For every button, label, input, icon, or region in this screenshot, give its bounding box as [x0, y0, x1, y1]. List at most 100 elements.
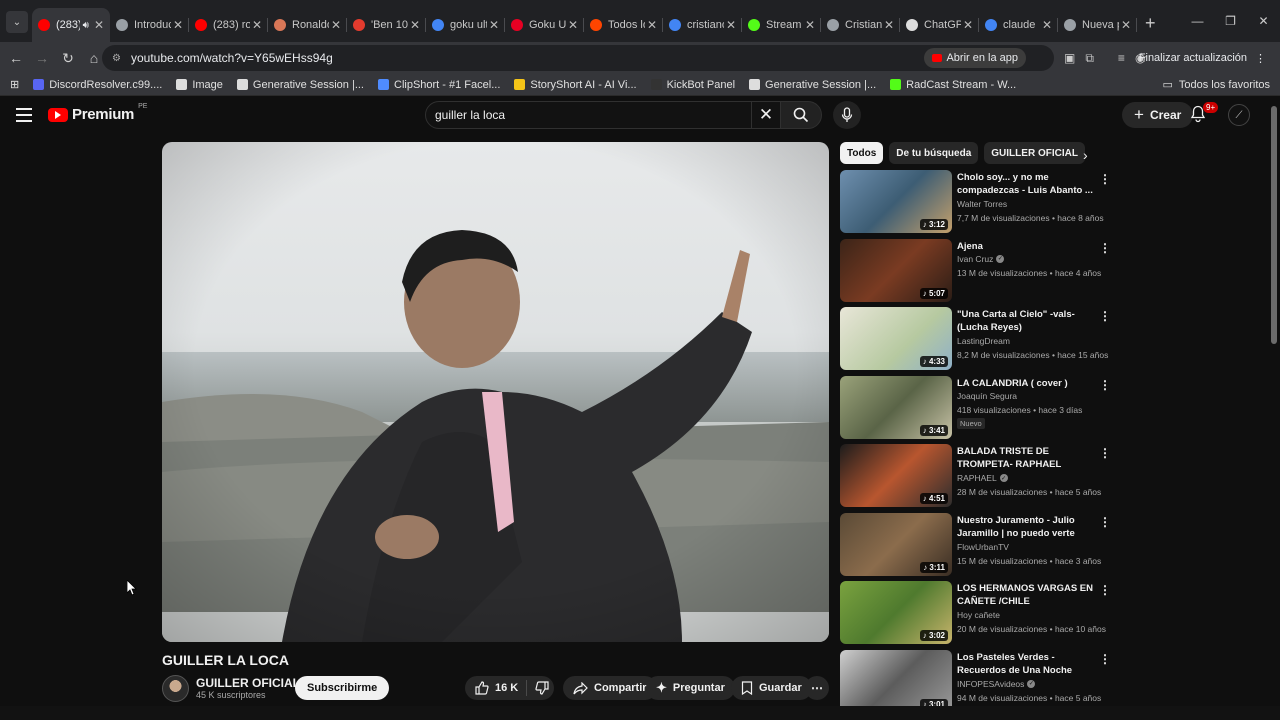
tab-close-icon[interactable]: ✕: [726, 18, 736, 32]
recommendation-title[interactable]: Ajena: [957, 240, 1097, 253]
update-button[interactable]: Finalizar actualización ⋮: [1131, 46, 1274, 70]
close-window-icon[interactable]: ✕: [1247, 0, 1280, 42]
bookmark-item[interactable]: StoryShort AI - AI Vi...: [514, 79, 637, 91]
account-avatar[interactable]: ⟋: [1228, 104, 1250, 126]
bookmark-item[interactable]: Generative Session |...: [236, 79, 364, 91]
recommendation-channel[interactable]: LastingDream: [957, 336, 1010, 346]
kebab-menu-icon[interactable]: ⋮: [1099, 309, 1111, 323]
bookmark-item[interactable]: DiscordResolver.c99....: [33, 79, 162, 91]
tab-close-icon[interactable]: ✕: [884, 18, 894, 32]
recommendation-title[interactable]: Los Pasteles Verdes - Recuerdos de Una N…: [957, 651, 1097, 678]
filter-chip[interactable]: De tu búsqueda: [889, 142, 979, 164]
tab-close-icon[interactable]: ✕: [94, 18, 104, 32]
recommendation-channel[interactable]: Joaquín Segura: [957, 391, 1017, 401]
tab-close-icon[interactable]: ✕: [252, 18, 262, 32]
create-button[interactable]: + Crear: [1122, 102, 1194, 128]
ask-button[interactable]: ✦ Preguntar: [646, 676, 735, 700]
kebab-menu-icon[interactable]: ⋮: [1099, 652, 1111, 666]
bookmark-item[interactable]: Image: [176, 79, 223, 91]
recommendation-channel[interactable]: Hoy cañete: [957, 610, 1000, 620]
browser-tab[interactable]: Todos lo ✕: [584, 8, 663, 42]
browser-tab[interactable]: Goku Ult✕: [505, 8, 584, 42]
tab-close-icon[interactable]: ✕: [568, 18, 578, 32]
bookmark-item[interactable]: Generative Session |...: [749, 79, 876, 91]
tab-close-icon[interactable]: ✕: [963, 18, 973, 32]
kebab-menu-icon[interactable]: ⋮: [1099, 172, 1111, 186]
browser-tab[interactable]: Ronaldo ✕: [268, 8, 347, 42]
media-controls-icon[interactable]: ≡: [1118, 51, 1125, 65]
browser-tab[interactable]: cristiano ✕: [663, 8, 742, 42]
browser-tab[interactable]: 'Ben 10' ✕: [347, 8, 426, 42]
search-input[interactable]: guiller la loca: [425, 101, 752, 129]
voice-search-button[interactable]: [833, 101, 861, 129]
channel-avatar[interactable]: [162, 675, 189, 702]
tab-close-icon[interactable]: ✕: [331, 18, 341, 32]
back-icon[interactable]: ←: [4, 46, 28, 70]
chevron-right-icon[interactable]: ›: [1083, 147, 1088, 163]
maximize-icon[interactable]: ❐: [1214, 0, 1247, 42]
clear-search-icon[interactable]: ✕: [752, 101, 780, 129]
share-button[interactable]: Compartir: [563, 676, 657, 700]
tab-close-icon[interactable]: ✕: [1121, 18, 1131, 32]
recommendation-channel[interactable]: Walter Torres: [957, 199, 1007, 209]
subscribe-button[interactable]: Subscribirme: [295, 676, 390, 700]
site-info-icon[interactable]: ⚙: [112, 53, 121, 64]
video-thumbnail[interactable]: ♪ 3:11: [840, 512, 952, 576]
browser-tab[interactable]: Cristiano✕: [821, 8, 900, 42]
bookmark-item[interactable]: RadCast Stream - W...: [890, 79, 1016, 91]
browser-tab[interactable]: (283) 🔊︎ ✕: [32, 8, 110, 42]
save-button[interactable]: Guardar: [731, 676, 812, 700]
browser-tab[interactable]: (283) ro ✕: [189, 8, 268, 42]
browser-tab[interactable]: ChatGPT✕: [900, 8, 979, 42]
kebab-menu-icon[interactable]: ⋮: [1255, 52, 1266, 65]
browser-tab[interactable]: goku ulti ✕: [426, 8, 505, 42]
tab-close-icon[interactable]: ✕: [805, 18, 815, 32]
tab-close-icon[interactable]: ✕: [647, 18, 657, 32]
recommendation-item[interactable]: ♪ 3:01 Los Pasteles Verdes - Recuerdos de…: [840, 649, 1112, 714]
video-thumbnail[interactable]: ♪ 3:12: [840, 170, 952, 233]
browser-tab[interactable]: Nueva p ✕: [1058, 8, 1137, 42]
recommendation-title[interactable]: LA CALANDRIA ( cover ): [957, 377, 1097, 390]
recommendation-channel[interactable]: INFOPESAvideos ✓: [957, 679, 1036, 689]
recommendation-item[interactable]: ♪ 3:41 LA CALANDRIA ( cover ) Joaquín Segu…: [840, 375, 1112, 440]
recommendation-item[interactable]: ♪ 3:02 LOS HERMANOS VARGAS EN CAÑETE /CHI…: [840, 581, 1112, 645]
browser-tab[interactable]: claude ✕: [979, 8, 1058, 42]
kebab-menu-icon[interactable]: ⋮: [1099, 515, 1111, 529]
recommendation-item[interactable]: ♪ 3:11 Nuestro Juramento - Julio Jaramill…: [840, 512, 1112, 577]
search-button[interactable]: [780, 101, 822, 129]
recommendation-channel[interactable]: Ivan Cruz ✓: [957, 254, 1005, 264]
recommendation-channel[interactable]: FlowUrbanTV: [957, 542, 1009, 552]
video-thumbnail[interactable]: ♪ 3:41: [840, 375, 952, 439]
bookmark-item[interactable]: ClipShort - #1 Facel...: [378, 79, 500, 91]
minimize-icon[interactable]: —: [1181, 0, 1214, 42]
video-thumbnail[interactable]: ♪ 4:51: [840, 444, 952, 507]
apps-grid-icon[interactable]: ⊞: [10, 78, 19, 91]
video-thumbnail[interactable]: ♪ 3:02: [840, 581, 952, 644]
filter-chip[interactable]: Todos: [840, 142, 884, 164]
kebab-menu-icon[interactable]: ⋮: [1099, 241, 1111, 255]
channel-name[interactable]: GUILLER OFICIAL: [196, 676, 300, 690]
recommendation-title[interactable]: BALADA TRISTE DE TROMPETA- RAPHAEL: [957, 445, 1097, 471]
video-thumbnail[interactable]: ♪ 5:07: [840, 238, 952, 302]
kebab-menu-icon[interactable]: ⋮: [1099, 446, 1111, 460]
recommendation-title[interactable]: Cholo soy... y no me compadezcas - Luis …: [957, 171, 1097, 197]
dislike-button[interactable]: [527, 681, 549, 695]
recommendation-title[interactable]: LOS HERMANOS VARGAS EN CAÑETE /CHILE: [957, 582, 1097, 608]
tab-close-icon[interactable]: ✕: [410, 18, 420, 32]
browser-tab[interactable]: Introduc ✕: [110, 8, 189, 42]
all-bookmarks[interactable]: ▭ Todos los favoritos: [1162, 78, 1270, 92]
open-in-app-button[interactable]: Abrir en la app: [924, 48, 1026, 68]
tab-search-button[interactable]: ⌄: [6, 11, 28, 33]
bookmark-item[interactable]: KickBot Panel: [650, 79, 735, 91]
filter-chip[interactable]: GUILLER OFICIAL: [984, 142, 1085, 164]
recommendation-item[interactable]: ♪ 4:51 BALADA TRISTE DE TROMPETA- RAPHAEL…: [840, 444, 1112, 508]
hamburger-menu-icon[interactable]: [16, 108, 32, 126]
youtube-logo[interactable]: Premium PE: [48, 103, 147, 123]
recommendation-channel[interactable]: RAPHAEL ✓: [957, 473, 1008, 483]
scrollbar-thumb[interactable]: [1271, 106, 1277, 344]
tab-close-icon[interactable]: ✕: [489, 18, 499, 32]
like-button[interactable]: 16 K: [465, 680, 528, 696]
extension-icon[interactable]: ▣: [1064, 51, 1075, 65]
video-thumbnail[interactable]: ♪ 4:33: [840, 307, 952, 370]
kebab-menu-icon[interactable]: ⋮: [1099, 583, 1111, 597]
